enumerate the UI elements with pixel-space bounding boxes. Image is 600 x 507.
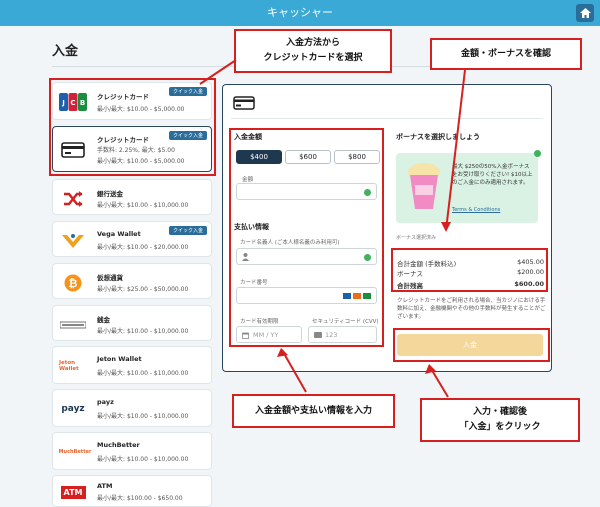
annotation-enter-info: 入金金額や支払い情報を入力 [232, 394, 395, 428]
method-bank[interactable]: 仮想通貨 銭金 最小/最大: $10.00 - $10,000.00 [52, 305, 212, 341]
method-crypto[interactable]: ₿ 仮想通貨 最小/最大: $25.00 - $50,000.00 [52, 263, 212, 299]
shuffle-icon [59, 189, 87, 209]
fee-note: クレジットカードをご利用される場合、当カジノにおける手数料に加え、金融機関やその… [397, 298, 546, 320]
card-icon [233, 95, 255, 114]
bank-logo-icon [59, 315, 87, 335]
method-name: Vega Wallet [97, 230, 141, 238]
annotation-click-deposit: 入力・確認後 「入金」をクリック [420, 398, 580, 442]
bitcoin-icon: ₿ [59, 273, 87, 293]
method-bank-transfer[interactable]: 銀行送金 最小/最大: $10.00 - $10,000.00 [52, 179, 212, 215]
method-name: ATM [97, 482, 113, 490]
method-name: payz [97, 398, 114, 406]
bonus-title: ボーナスを選択しましょう [396, 133, 480, 141]
method-limits: 最小/最大: $10.00 - $10,000.00 [97, 413, 189, 420]
method-limits: 最小/最大: $10.00 - $10,000.00 [97, 370, 189, 377]
method-limits: 最小/最大: $10.00 - $10,000.00 [97, 456, 189, 463]
quick-deposit-badge: クイック入金 [168, 226, 207, 235]
method-name: 仮想通貨 [97, 274, 123, 282]
bonus-selected-label: ボーナス選択済み [396, 235, 437, 241]
method-payz[interactable]: payz payz 最小/最大: $10.00 - $10,000.00 [52, 389, 212, 427]
highlight-summary [391, 248, 548, 292]
method-limits: 最小/最大: $100.00 - $650.00 [97, 495, 183, 502]
jeton-logo: Jeton Wallet [59, 360, 79, 372]
method-muchbetter[interactable]: MuchBetter MuchBetter 最小/最大: $10.00 - $1… [52, 432, 212, 470]
method-jeton-wallet[interactable]: Jeton Wallet Jeton Wallet 最小/最大: $10.00 … [52, 346, 212, 384]
method-name: Jeton Wallet [97, 355, 142, 363]
atm-logo: ATM [59, 482, 87, 502]
method-vega-wallet[interactable]: Vega Wallet 最小/最大: $10.00 - $20,000.00 ク… [52, 221, 212, 257]
payz-logo: payz [61, 404, 85, 414]
method-limits: 最小/最大: $10.00 - $20,000.00 [97, 244, 189, 251]
terms-link[interactable]: Terms & Conditions [452, 207, 500, 213]
highlight-deposit [393, 328, 550, 362]
selected-check-icon [534, 150, 541, 157]
popcorn-icon [408, 163, 440, 209]
highlight-form [229, 128, 384, 347]
highlight-method [49, 78, 216, 176]
method-name-bank: 銭金 [97, 316, 110, 324]
title-bar: キャッシャー [0, 0, 600, 26]
window-title: キャッシャー [267, 6, 333, 19]
vega-icon [59, 231, 87, 251]
divider [231, 118, 543, 119]
bonus-promo-text: 最大 $250の50%入金ボーナスをお受け取りください! $10以上のご入金にの… [452, 164, 533, 186]
method-limits: 最小/最大: $25.00 - $50,000.00 [97, 286, 189, 293]
method-atm[interactable]: ATM ATM 最小/最大: $100.00 - $650.00 [52, 475, 212, 507]
method-limits: 最小/最大: $10.00 - $10,000.00 [97, 328, 189, 335]
annotation-select-method: 入金方法から クレジットカードを選択 [234, 29, 392, 73]
muchbetter-logo: MuchBetter [58, 449, 92, 455]
method-name: 銀行送金 [97, 190, 123, 198]
annotation-confirm-amount: 金額・ボーナスを確認 [430, 38, 582, 70]
home-button[interactable] [576, 4, 594, 22]
home-icon [579, 8, 591, 18]
method-name: MuchBetter [97, 441, 140, 449]
method-limits: 最小/最大: $10.00 - $10,000.00 [97, 202, 189, 209]
svg-text:₿: ₿ [69, 277, 78, 290]
page-title: 入金 [52, 44, 79, 59]
